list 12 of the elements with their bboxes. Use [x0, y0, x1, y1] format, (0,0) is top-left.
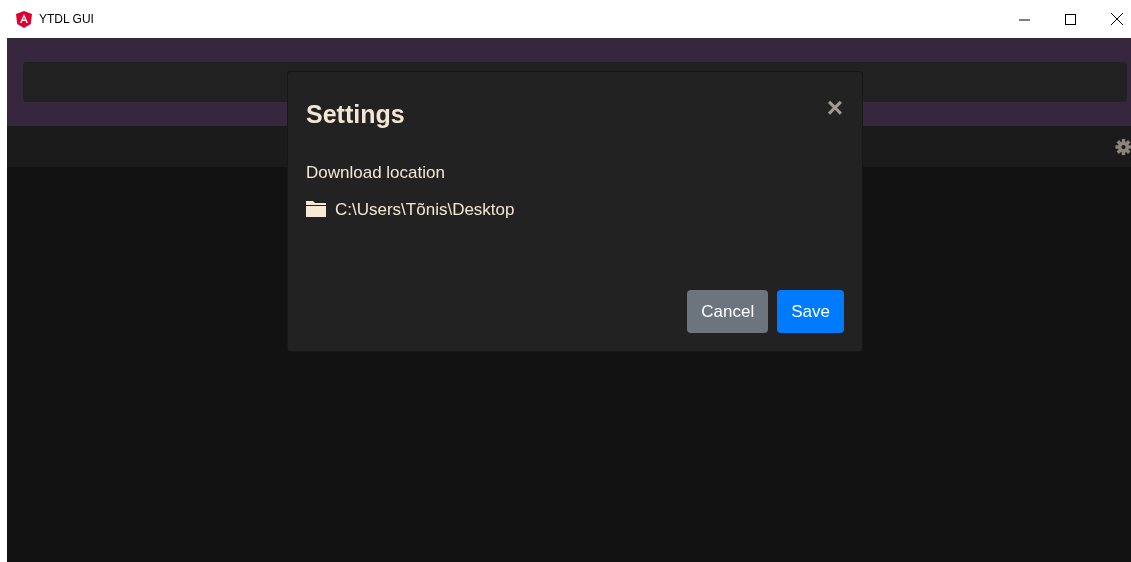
shield-logo-icon: [16, 10, 32, 28]
folder-icon[interactable]: [306, 201, 326, 218]
close-button[interactable]: ×: [826, 96, 843, 120]
download-path[interactable]: C:\Users\Tõnis\Desktop: [335, 196, 515, 222]
maximize-icon[interactable]: [1065, 13, 1076, 25]
save-button[interactable]: Save: [777, 290, 844, 333]
window-title: YTDL GUI: [39, 11, 94, 28]
cancel-button[interactable]: Cancel: [687, 290, 769, 333]
dialog-title: Settings: [306, 99, 405, 130]
close-icon[interactable]: [1111, 13, 1123, 25]
settings-icon[interactable]: [1115, 137, 1131, 156]
field-label: Download location: [306, 162, 445, 184]
